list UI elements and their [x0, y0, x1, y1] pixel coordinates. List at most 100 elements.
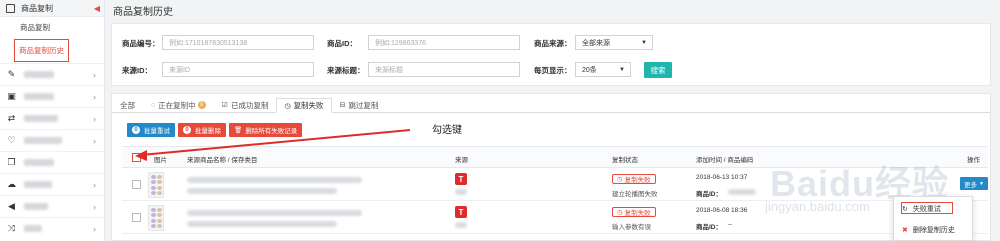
header-source: 来源: [455, 157, 468, 164]
blurred-category: [187, 188, 337, 194]
product-code-input[interactable]: 例如:1710187830513138: [162, 35, 314, 50]
chevron-right-icon: ›: [93, 113, 96, 124]
tab-failed[interactable]: ◷ 复制失败: [276, 98, 332, 113]
product-source-value: 全部来源: [582, 39, 610, 47]
image-icon: ▣: [7, 91, 16, 101]
sidebar-section-product-copy[interactable]: 商品复制 ◀: [0, 0, 104, 17]
batch-delete-count: 0: [183, 126, 191, 134]
product-thumbnail: [148, 172, 164, 198]
sidebar-subitem-product-copy[interactable]: 商品复制: [0, 17, 104, 37]
chevron-right-icon: ›: [93, 91, 96, 102]
tab-label: 正在复制中: [158, 100, 196, 110]
header-image: 图片: [154, 157, 167, 164]
status-badge: ◷ 复制失败: [612, 207, 656, 217]
tab-copying[interactable]: ◌ 正在复制中 0: [143, 98, 214, 112]
blurred-label: [24, 93, 54, 100]
batch-delete-button[interactable]: 0 批量删除: [178, 123, 226, 137]
sidebar-item-8[interactable]: ⤨ ›: [0, 217, 104, 239]
source-id-input[interactable]: 来源ID: [162, 62, 314, 77]
menu-item-delete-history[interactable]: ✖ 删除复制历史: [902, 225, 955, 235]
source-id-label: 来源ID：: [122, 66, 152, 75]
batch-retry-button[interactable]: 0 批量重试: [127, 123, 175, 137]
filter-panel: 商品编号： 例如:1710187830513138 商品ID： 例如:12986…: [111, 23, 991, 86]
sidebar-subitem-copy-history[interactable]: 商品复制历史: [0, 37, 104, 63]
delete-all-failed-label: 删除所有失败记录: [245, 128, 298, 135]
tab-label: 全部: [120, 100, 135, 110]
spinner-icon: ◌: [151, 101, 156, 109]
select-all-checkbox[interactable]: [132, 153, 141, 162]
chevron-right-icon: ›: [93, 223, 96, 234]
sidebar-item-4[interactable]: ♡ ›: [0, 129, 104, 151]
skip-icon: ⊟: [339, 102, 346, 109]
sidebar-item-7[interactable]: ◀ ›: [0, 195, 104, 217]
row-checkbox[interactable]: [132, 180, 141, 189]
tab-skipped[interactable]: ⊟ 跳过复制: [332, 98, 387, 112]
annotation-label: 勾选键: [432, 125, 462, 136]
product-id-label: 商品ID：: [327, 39, 357, 48]
product-code-label: 商品编号：: [122, 39, 160, 48]
status-label: 复制失败: [624, 210, 651, 217]
header-time: 添加时间 / 商品编码: [696, 157, 754, 164]
header-status: 复制状态: [612, 157, 638, 164]
search-button[interactable]: 搜索: [644, 62, 672, 78]
source-badge: T: [455, 173, 467, 185]
product-source-select[interactable]: 全部来源 ▼: [575, 35, 653, 50]
product-source-label: 商品来源：: [534, 39, 572, 48]
blurred-product-name: [187, 177, 362, 183]
blurred-label: [24, 181, 52, 188]
watermark-url: jingyan.baidu.com: [765, 199, 870, 214]
blurred-source: [455, 189, 467, 195]
batch-delete-label: 批量删除: [195, 128, 221, 135]
chevron-right-icon: ›: [93, 201, 96, 212]
chevron-right-icon: ›: [93, 135, 96, 146]
blurred-label: [24, 71, 54, 78]
dropdown-arrow-icon: ▼: [641, 39, 647, 46]
added-time: 2018-06-08 18:36: [696, 207, 748, 214]
per-page-label: 每页显示：: [534, 66, 572, 75]
tab-label: 跳过复制: [348, 100, 379, 110]
refresh-icon: ↻: [902, 206, 908, 213]
sidebar-item-5[interactable]: ❐: [0, 151, 104, 173]
menu-item-retry[interactable]: ↻ 失败重试: [902, 204, 941, 214]
row-checkbox[interactable]: [132, 213, 141, 222]
blurred-label: [24, 115, 58, 122]
dropdown-arrow-icon: ▼: [619, 66, 625, 73]
sidebar-item-2[interactable]: ▣ ›: [0, 85, 104, 107]
product-id-label: 商品ID：: [696, 191, 722, 198]
header-ops: 操作: [967, 157, 980, 164]
blurred-category: [187, 221, 337, 227]
status-badge: ◷ 复制失败: [612, 174, 656, 184]
status-tabs: 全部 ◌ 正在复制中 0 ☑ 已成功复制 ◷ 复制失败 ⊟ 跳过复制: [112, 98, 990, 113]
status-detail: 建立轮播图失败: [612, 191, 658, 198]
tab-label: 复制失败: [293, 101, 324, 110]
check-icon: ☑: [221, 102, 228, 109]
caret-left-icon: ◀: [93, 3, 100, 13]
batch-retry-label: 批量重试: [144, 128, 170, 135]
added-time: 2018-06-13 10:37: [696, 174, 748, 181]
megaphone-icon: ◀: [8, 201, 15, 211]
blurred-product-id: [728, 189, 756, 195]
per-page-select[interactable]: 20条 ▼: [575, 62, 631, 77]
sidebar: 商品复制 ◀ 商品复制 商品复制历史 ✎ › ▣ › ⇄ › ♡ › ❐ ☁ ›…: [0, 0, 105, 241]
tab-success[interactable]: ☑ 已成功复制: [214, 98, 277, 112]
heart-icon: ♡: [7, 135, 16, 145]
chevron-right-icon: ›: [93, 69, 96, 80]
source-title-input[interactable]: 来源标题: [368, 62, 520, 77]
clock-icon: ◷: [284, 102, 291, 110]
tab-all[interactable]: 全部: [112, 98, 143, 112]
product-id-label: 商品ID：: [696, 224, 722, 231]
delete-all-failed-button[interactable]: 🗑 删除所有失败记录: [229, 123, 303, 137]
sidebar-subitem-label: 商品复制: [20, 22, 50, 32]
sidebar-item-3[interactable]: ⇄ ›: [0, 107, 104, 129]
sidebar-item-1[interactable]: ✎ ›: [0, 63, 104, 85]
sidebar-item-6[interactable]: ☁ ›: [0, 173, 104, 195]
blurred-label: [24, 137, 62, 144]
tab-label: 已成功复制: [230, 100, 269, 110]
caret-down-icon: ▼: [979, 180, 984, 187]
main-content: 商品复制历史 商品编号： 例如:1710187830513138 商品ID： 例…: [105, 0, 1000, 241]
clock-icon: ◷: [617, 209, 623, 216]
product-id-input[interactable]: 例如:129863376: [368, 35, 520, 50]
more-button[interactable]: 更多 ▼: [960, 177, 988, 190]
page-title: 商品复制历史: [113, 7, 173, 18]
sidebar-subitem-label: 商品复制历史: [14, 38, 69, 62]
